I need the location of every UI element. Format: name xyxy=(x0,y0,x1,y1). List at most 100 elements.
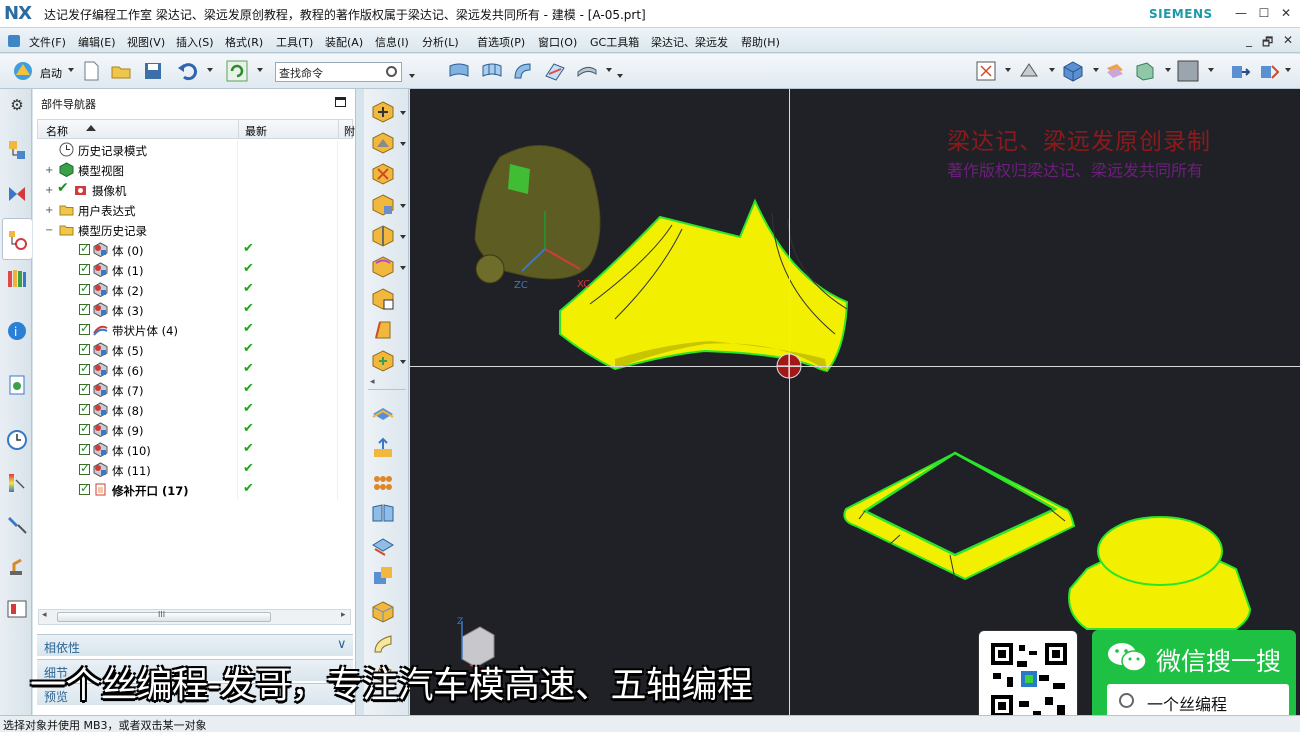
draft-icon[interactable] xyxy=(371,318,395,342)
column-attached-header[interactable]: 附 xyxy=(344,123,355,139)
tree-row[interactable]: 体 (7) ✔ xyxy=(37,380,353,400)
machining-tool-icon[interactable] xyxy=(6,513,28,535)
column-latest-header[interactable]: 最新 xyxy=(245,123,267,139)
layer-icon[interactable] xyxy=(1104,60,1126,82)
show-hide-dropdown-icon[interactable] xyxy=(1165,68,1171,72)
swept-surface-icon[interactable] xyxy=(512,60,534,82)
tree-row[interactable]: 体 (10) ✔ xyxy=(37,440,353,460)
tree-row[interactable]: 历史记录模式 xyxy=(37,140,353,160)
tree-row[interactable]: 体 (5) ✔ xyxy=(37,340,353,360)
pattern-dropdown-icon[interactable] xyxy=(400,360,406,364)
visibility-checkbox[interactable] xyxy=(79,261,90,275)
start-dropdown-icon[interactable] xyxy=(68,68,74,72)
undo-icon[interactable] xyxy=(176,60,198,82)
visibility-checkbox[interactable] xyxy=(79,341,90,355)
visibility-checkbox[interactable] xyxy=(79,461,90,475)
shaded-cube-icon[interactable] xyxy=(1062,60,1084,82)
menu-custom-author[interactable]: 梁达记、梁远发 xyxy=(651,34,728,50)
minimize-button[interactable]: — xyxy=(1231,4,1251,22)
refresh-dropdown-icon[interactable] xyxy=(257,68,263,72)
extract-geometry-icon[interactable] xyxy=(371,564,395,588)
trim-dropdown-icon[interactable] xyxy=(400,235,406,239)
tree-row[interactable]: 体 (11) ✔ xyxy=(37,460,353,480)
visibility-checkbox[interactable] xyxy=(79,241,90,255)
pattern-feature-icon[interactable] xyxy=(371,349,395,373)
tree-row[interactable]: 体 (1) ✔ xyxy=(37,260,353,280)
transform-dropdown-icon[interactable] xyxy=(1285,68,1291,72)
visibility-checkbox[interactable] xyxy=(79,481,90,495)
settings-gear-icon[interactable]: ⚙ xyxy=(6,94,28,116)
graphics-viewport[interactable]: ZC XC Z 梁达记、梁远发原创录制 著作版权归梁达记、梁远发共同所有 xyxy=(410,89,1300,715)
saddle-surface[interactable] xyxy=(559,198,849,373)
scroll-right-arrow-icon[interactable]: ▸ xyxy=(341,610,346,620)
boolean-unite-icon[interactable] xyxy=(371,193,395,217)
visibility-checkbox[interactable] xyxy=(79,401,90,415)
tree-row[interactable]: 体 (6) ✔ xyxy=(37,360,353,380)
render-style-dropdown-icon[interactable] xyxy=(1093,68,1099,72)
tree-row[interactable]: + 模型视图 xyxy=(37,160,353,180)
boolean-dropdown-icon[interactable] xyxy=(400,204,406,208)
part-navigator-tab[interactable] xyxy=(2,218,32,260)
more-tools-arrow-icon[interactable]: ◂ xyxy=(370,377,375,387)
hole-icon[interactable] xyxy=(371,162,395,186)
menu-information[interactable]: 信息(I) xyxy=(375,34,409,50)
revolve-dropdown-icon[interactable] xyxy=(400,142,406,146)
doc-minimize-button[interactable]: _ xyxy=(1246,33,1252,47)
trim-body-icon[interactable] xyxy=(371,224,395,248)
new-file-icon[interactable] xyxy=(80,60,102,82)
assembly-navigator-icon[interactable] xyxy=(6,139,28,161)
robot-arm-icon[interactable] xyxy=(6,555,28,577)
checkmark-icon[interactable]: ✔ xyxy=(57,180,69,196)
extrude-dropdown-icon[interactable] xyxy=(400,111,406,115)
menu-gc-toolbox[interactable]: GC工具箱 xyxy=(590,34,639,50)
fit-view-icon[interactable] xyxy=(975,60,997,82)
menu-insert[interactable]: 插入(S) xyxy=(176,34,214,50)
sheet-from-curves-icon[interactable] xyxy=(371,402,395,426)
visibility-checkbox[interactable] xyxy=(79,381,90,395)
block-icon[interactable] xyxy=(371,600,395,624)
menu-edit[interactable]: 编辑(E) xyxy=(78,34,116,50)
maximize-button[interactable]: ☐ xyxy=(1254,4,1274,22)
menu-analysis[interactable]: 分析(L) xyxy=(422,34,459,50)
horizontal-scrollbar[interactable]: ◂ III ▸ xyxy=(38,609,351,625)
edge-blend-icon[interactable] xyxy=(371,255,395,279)
menu-view[interactable]: 视图(V) xyxy=(127,34,165,50)
law-extension-icon[interactable] xyxy=(371,632,395,656)
background-dropdown-icon[interactable] xyxy=(1208,68,1214,72)
constraint-navigator-icon[interactable] xyxy=(6,183,28,205)
menu-tools[interactable]: 工具(T) xyxy=(276,34,313,50)
open-folder-icon[interactable] xyxy=(110,60,132,82)
column-divider[interactable] xyxy=(338,120,339,138)
color-palette-icon[interactable] xyxy=(6,472,28,494)
surface-icon[interactable] xyxy=(448,60,470,82)
expand-toggle-icon[interactable]: + xyxy=(45,205,53,216)
scrollbar-thumb[interactable]: III xyxy=(57,610,271,622)
tree-row[interactable]: + 用户表达式 xyxy=(37,200,353,220)
menu-window[interactable]: 窗口(O) xyxy=(538,34,577,50)
orient-dropdown-icon[interactable] xyxy=(1049,68,1055,72)
tree-row[interactable]: + ✔ 摄像机 xyxy=(37,180,353,200)
undo-dropdown-icon[interactable] xyxy=(207,68,213,72)
background-color-icon[interactable] xyxy=(1177,60,1199,82)
tree-row[interactable]: − 模型历史记录 xyxy=(37,220,353,240)
tree-row[interactable]: 体 (3) ✔ xyxy=(37,300,353,320)
command-search-input[interactable]: 查找命令 xyxy=(275,62,402,82)
transform-icon[interactable] xyxy=(1258,60,1280,82)
model-canvas[interactable]: ZC XC Z xyxy=(410,89,1300,715)
expand-toggle-icon[interactable]: + xyxy=(45,165,53,176)
tree-row[interactable]: 体 (8) ✔ xyxy=(37,400,353,420)
view-dropdown-icon[interactable] xyxy=(1005,68,1011,72)
extrude-icon[interactable] xyxy=(371,100,395,124)
save-icon[interactable] xyxy=(142,60,164,82)
menu-assembly[interactable]: 装配(A) xyxy=(325,34,363,50)
visibility-checkbox[interactable] xyxy=(79,301,90,315)
search-icon[interactable] xyxy=(386,66,397,77)
column-name-header[interactable]: 名称 xyxy=(46,123,68,139)
mesh-surface-icon[interactable] xyxy=(481,60,503,82)
move-object-icon[interactable] xyxy=(1229,60,1251,82)
toolbar-overflow-icon[interactable] xyxy=(409,74,415,78)
expand-toggle-icon[interactable]: + xyxy=(45,185,53,196)
thicken-icon[interactable] xyxy=(371,437,395,461)
tree-row[interactable]: 带状片体 (4) ✔ xyxy=(37,320,353,340)
menu-file[interactable]: 文件(F) xyxy=(29,34,66,50)
